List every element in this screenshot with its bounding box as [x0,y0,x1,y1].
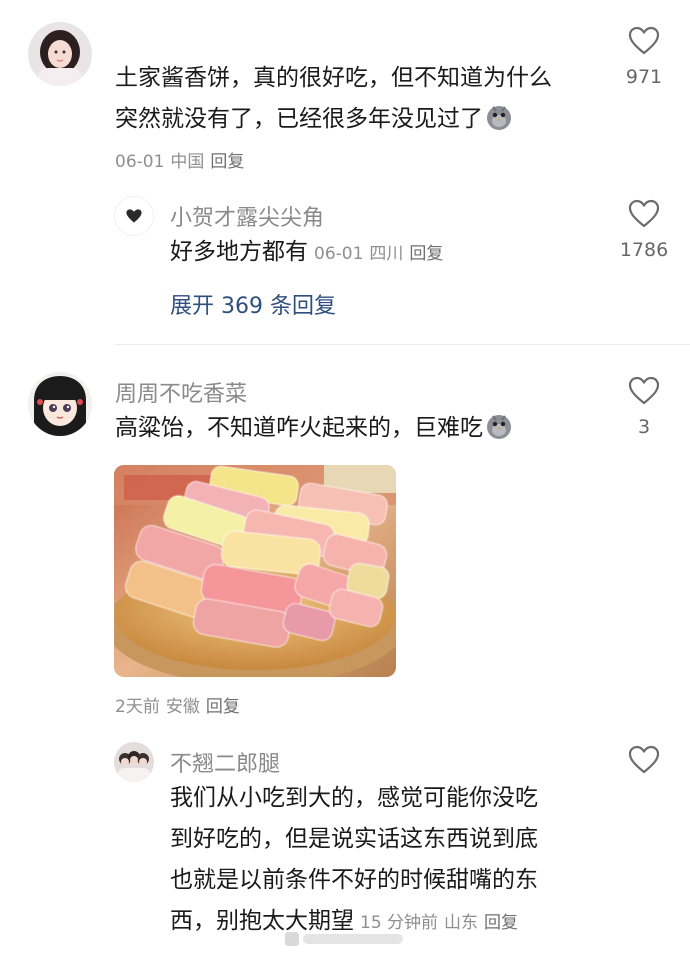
divider [115,344,690,345]
comment-date: 06-01 [115,152,165,172]
heart-icon [628,745,660,774]
pigeon-emoji-icon [487,106,511,130]
reply-button[interactable]: 回复 [206,697,240,717]
comment-text-line: 土家酱香饼，真的很好吃，但不知道为什么 [115,65,552,91]
username[interactable]: 小贺才露尖尖角 [170,200,324,232]
like-button[interactable]: 3 [614,376,674,438]
username[interactable]: 不翘二郎腿 [170,746,280,778]
heart-icon [628,376,660,405]
avatar[interactable] [28,372,92,436]
comment-text: 高粱饴，不知道咋火起来的，巨难吃 [115,408,513,449]
reply-button[interactable]: 回复 [210,152,244,172]
heart-icon [628,26,660,55]
reply-button[interactable]: 回复 [484,913,518,933]
comment-location: 中国 [170,152,205,172]
avatar[interactable] [114,196,154,236]
reply-text-line: 我们从小吃到大的，感觉可能你没吃 [170,785,538,811]
comment-text-line: 突然就没有了，已经很多年没见过了 [115,106,483,132]
pigeon-emoji-icon [487,415,511,439]
comment-location: 安徽 [165,697,200,717]
expand-replies-button[interactable]: 展开 369 条回复 [170,288,336,320]
reply-location: 四川 [369,244,404,264]
comment-meta: 06-01 中国 回复 [115,147,250,172]
comment-text-content: 高粱饴，不知道咋火起来的，巨难吃 [115,415,483,441]
reply-text-line: 也就是以前条件不好的时候甜嘴的东 [170,867,538,893]
comment-meta: 2天前 安徽 回复 [115,692,246,717]
like-count: 3 [637,416,651,438]
reply-location: 山东 [444,913,479,933]
username[interactable]: 周周不吃香菜 [115,376,247,408]
avatar[interactable] [28,22,92,86]
like-button[interactable]: 971 [614,26,674,88]
reply-text: 我们从小吃到大的，感觉可能你没吃 到好吃的，但是说实话这东西说到底 也就是以前条… [170,778,538,944]
reply-button[interactable]: 回复 [409,244,443,264]
reply-date: 06-01 [314,244,364,264]
comment-text: 土家酱香饼，真的很好吃，但不知道为什么 突然就没有了，已经很多年没见过了 [115,58,552,140]
like-count: 971 [625,66,663,88]
reply-text: 好多地方都有 06-01 四川 回复 [170,232,449,275]
like-count: 1786 [619,239,669,261]
watermark [285,928,405,950]
reply-text-content: 好多地方都有 [170,239,308,265]
like-button[interactable] [614,745,674,775]
reply-meta: 06-01 四川 回复 [314,244,449,264]
reply-text-line: 到好吃的，但是说实话这东西说到底 [170,826,538,852]
comment-date: 2天前 [115,697,160,717]
candy-photo[interactable] [114,465,396,677]
avatar[interactable] [114,742,154,782]
heart-icon [628,199,660,228]
like-button[interactable]: 1786 [614,199,674,261]
